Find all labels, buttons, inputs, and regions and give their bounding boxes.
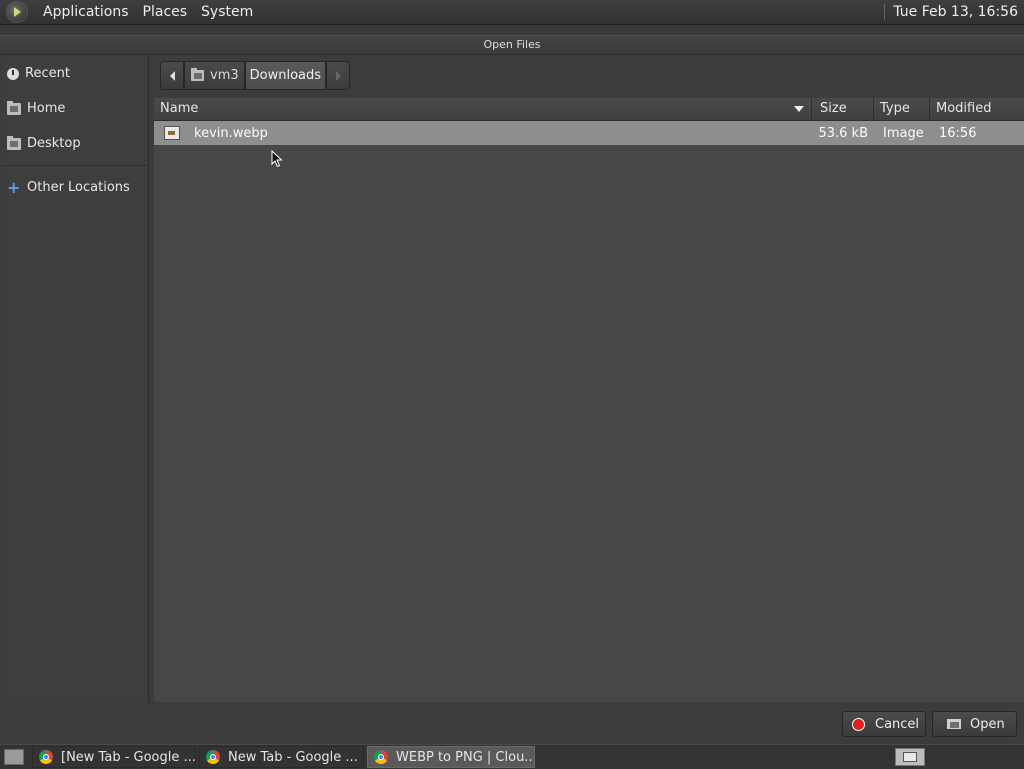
sidebar-divider (2, 165, 148, 166)
file-list-header: Name Size Type Modified (154, 98, 1024, 121)
image-file-icon (164, 126, 180, 140)
file-type: Image (883, 125, 924, 141)
column-header-label: Modified (936, 101, 992, 116)
clock-icon (7, 67, 19, 80)
workspace-switcher-icon[interactable] (895, 748, 925, 766)
file-name-cell: kevin.webp (154, 126, 812, 141)
column-header-size[interactable]: Size (812, 98, 874, 120)
places-sidebar: Recent Home Desktop + Other Locations (2, 56, 149, 702)
sidebar-item-home[interactable]: Home (2, 91, 148, 126)
path-back-button[interactable] (160, 61, 184, 90)
chrome-icon (374, 750, 388, 764)
sidebar-item-label: Desktop (27, 136, 81, 151)
chevron-right-icon (335, 70, 341, 81)
show-desktop-icon[interactable] (4, 749, 24, 765)
file-size: 53.6 kB (818, 125, 868, 141)
open-files-dialog: Open Files Recent Home Desktop + Other L… (0, 35, 1024, 744)
column-header-modified[interactable]: Modified (930, 98, 1024, 120)
sort-down-icon (794, 106, 804, 112)
folder-open-icon (947, 719, 961, 729)
chrome-icon (206, 750, 220, 764)
path-segment-label: vm3 (210, 68, 239, 83)
dialog-title: Open Files (0, 36, 1024, 55)
taskbar-item-active[interactable]: WEBP to PNG | Clou... (367, 746, 535, 768)
taskbar-item[interactable]: New Tab - Google ... (199, 746, 364, 768)
file-modified: 16:56 (939, 125, 977, 141)
clock[interactable]: Tue Feb 13, 16:56 (893, 4, 1024, 20)
file-row[interactable]: kevin.webp 53.6 kB Image 16:56 (154, 121, 1024, 145)
taskbar: [New Tab - Google ... New Tab - Google .… (0, 744, 1024, 769)
menu-places[interactable]: Places (136, 0, 195, 24)
path-forward-button[interactable] (326, 61, 351, 90)
plus-icon: + (7, 177, 21, 197)
home-folder-icon (7, 100, 21, 115)
file-list[interactable]: Name Size Type Modified kevin.webp 53.6 … (154, 98, 1024, 702)
open-label: Open (970, 716, 1005, 732)
home-folder-icon (191, 68, 204, 81)
path-segment-downloads[interactable]: Downloads (244, 61, 327, 90)
cancel-label: Cancel (875, 716, 920, 732)
column-header-name[interactable]: Name (154, 98, 812, 120)
taskbar-item[interactable]: [New Tab - Google ... (32, 746, 196, 768)
file-name: kevin.webp (194, 125, 268, 141)
cancel-button[interactable]: Cancel (842, 711, 926, 737)
taskbar-item-label: New Tab - Google ... (228, 749, 358, 765)
path-segment-vm3[interactable]: vm3 (184, 61, 245, 90)
sidebar-item-recent[interactable]: Recent (2, 56, 148, 91)
taskbar-item-label: WEBP to PNG | Clou... (396, 749, 535, 765)
column-header-type[interactable]: Type (874, 98, 930, 120)
menu-applications[interactable]: Applications (36, 0, 136, 24)
menu-system[interactable]: System (194, 0, 260, 24)
path-bar: vm3 Downloads (160, 61, 351, 90)
chevron-left-icon (169, 70, 175, 81)
open-button[interactable]: Open (932, 711, 1017, 737)
column-header-label: Size (820, 101, 847, 116)
sidebar-item-label: Home (27, 101, 66, 116)
sidebar-item-other-locations[interactable]: + Other Locations (2, 170, 148, 205)
desktop-folder-icon (7, 135, 21, 150)
path-segment-label: Downloads (249, 68, 322, 83)
sidebar-item-desktop[interactable]: Desktop (2, 126, 148, 161)
sidebar-item-label: Recent (25, 66, 70, 81)
panel-separator (884, 4, 886, 20)
sidebar-item-label: Other Locations (27, 180, 130, 195)
stop-icon (852, 717, 865, 731)
top-panel: Applications Places System Tue Feb 13, 1… (0, 0, 1024, 25)
os-logo-icon[interactable] (6, 1, 28, 23)
chrome-icon (39, 750, 53, 764)
taskbar-item-label: [New Tab - Google ... (61, 749, 196, 765)
column-header-label: Name (160, 101, 199, 116)
column-header-label: Type (880, 101, 910, 116)
